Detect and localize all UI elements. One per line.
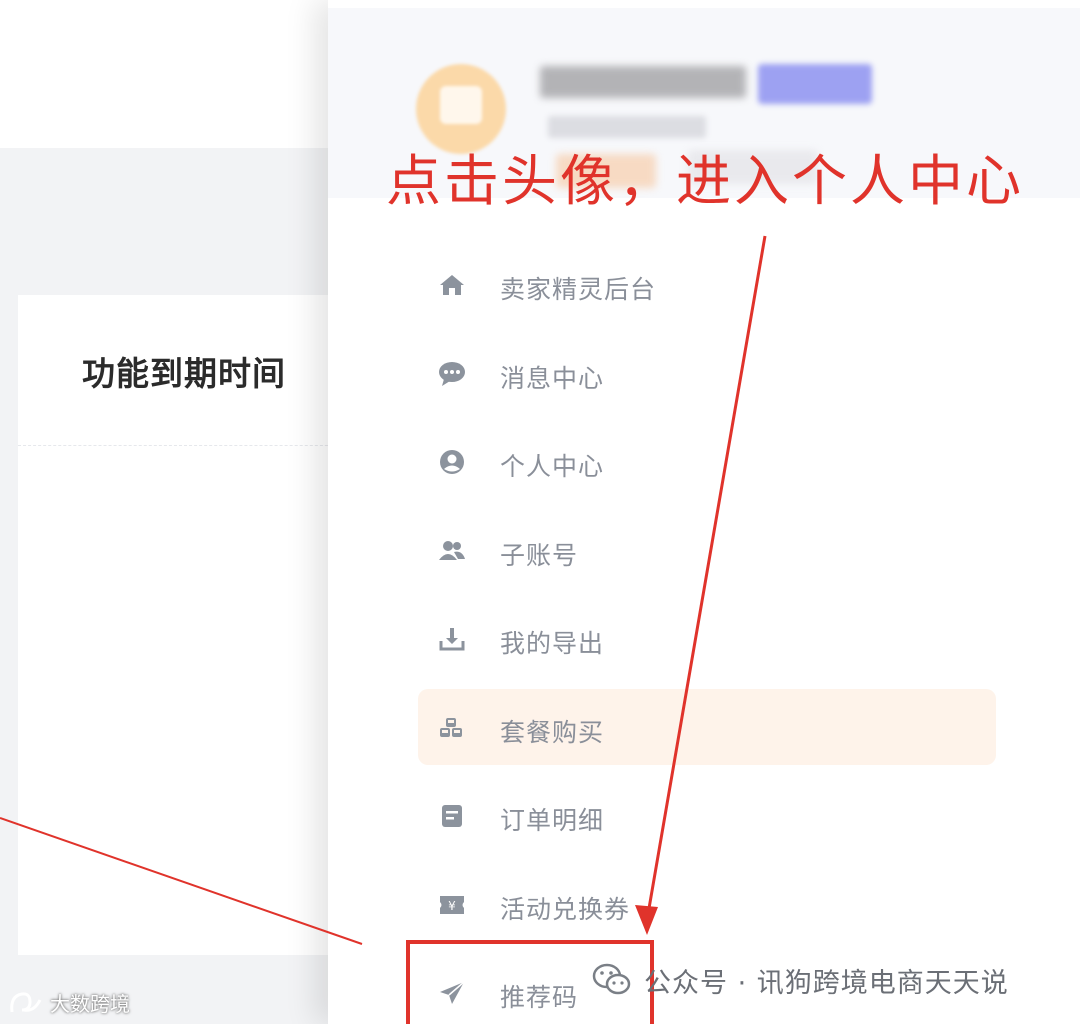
menu-item-plan-purchase[interactable]: 套餐购买 [418,688,996,765]
wechat-icon [592,963,631,995]
download-icon [438,626,466,652]
order-list-icon [438,803,466,829]
screenshot: 功能到期时间 卖家精灵后台 消息中心 个人中心 子账号 我的导出 套餐购买 订单… [0,0,1080,1024]
menu-item-label: 订单明细 [500,806,605,835]
menu-item-sub-accounts[interactable]: 子账号 [418,512,996,588]
home-icon [438,272,466,298]
cubes-icon [438,715,466,741]
brand-logo-icon [10,991,42,1012]
ticket-yen-icon: ¥ [438,892,466,918]
user-circle-icon [438,449,466,475]
menu-item-messages[interactable]: 消息中心 [418,335,996,411]
menu-item-label: 个人中心 [500,452,605,481]
expiry-card-title: 功能到期时间 [82,354,286,393]
menu-item-label: 子账号 [500,540,579,570]
menu-item-label: 卖家精灵后台 [500,275,657,304]
brand-watermark-text: 大数跨境 [50,992,130,1016]
menu-item-order-details[interactable]: 订单明细 [418,777,996,853]
annotation-instruction: 点击头像，进入个人中心 [386,149,1025,213]
menu-item-label: 套餐购买 [500,717,605,747]
background-header [0,0,330,148]
menu-item-label: 消息中心 [500,363,605,393]
menu-item-label: 活动兑换券 [500,894,631,924]
menu-item-label: 我的导出 [500,629,605,658]
svg-text:¥: ¥ [448,899,456,913]
menu-item-exports[interactable]: 我的导出 [418,600,996,676]
watermark-text: 公众号 · 讯狗跨境电商天天说 [644,967,1009,999]
users-icon [438,538,466,564]
wechat-watermark: 公众号 · 讯狗跨境电商天天说 [592,958,1009,1002]
blurred-account-id [548,116,706,138]
brand-watermark: 大数跨境 [8,988,130,1017]
chat-bubble-icon [438,361,466,387]
card-divider [18,445,348,446]
menu-item-personal-center[interactable]: 个人中心 [418,423,996,499]
blurred-plan-tag [758,64,872,104]
drawer-menu: 卖家精灵后台 消息中心 个人中心 子账号 我的导出 套餐购买 订单明细 ¥ 活动… [418,246,996,1024]
menu-item-seller-dashboard[interactable]: 卖家精灵后台 [418,246,996,322]
blurred-username [540,66,746,98]
menu-item-coupons[interactable]: ¥ 活动兑换券 [418,866,996,942]
expiry-card: 功能到期时间 [18,295,348,955]
